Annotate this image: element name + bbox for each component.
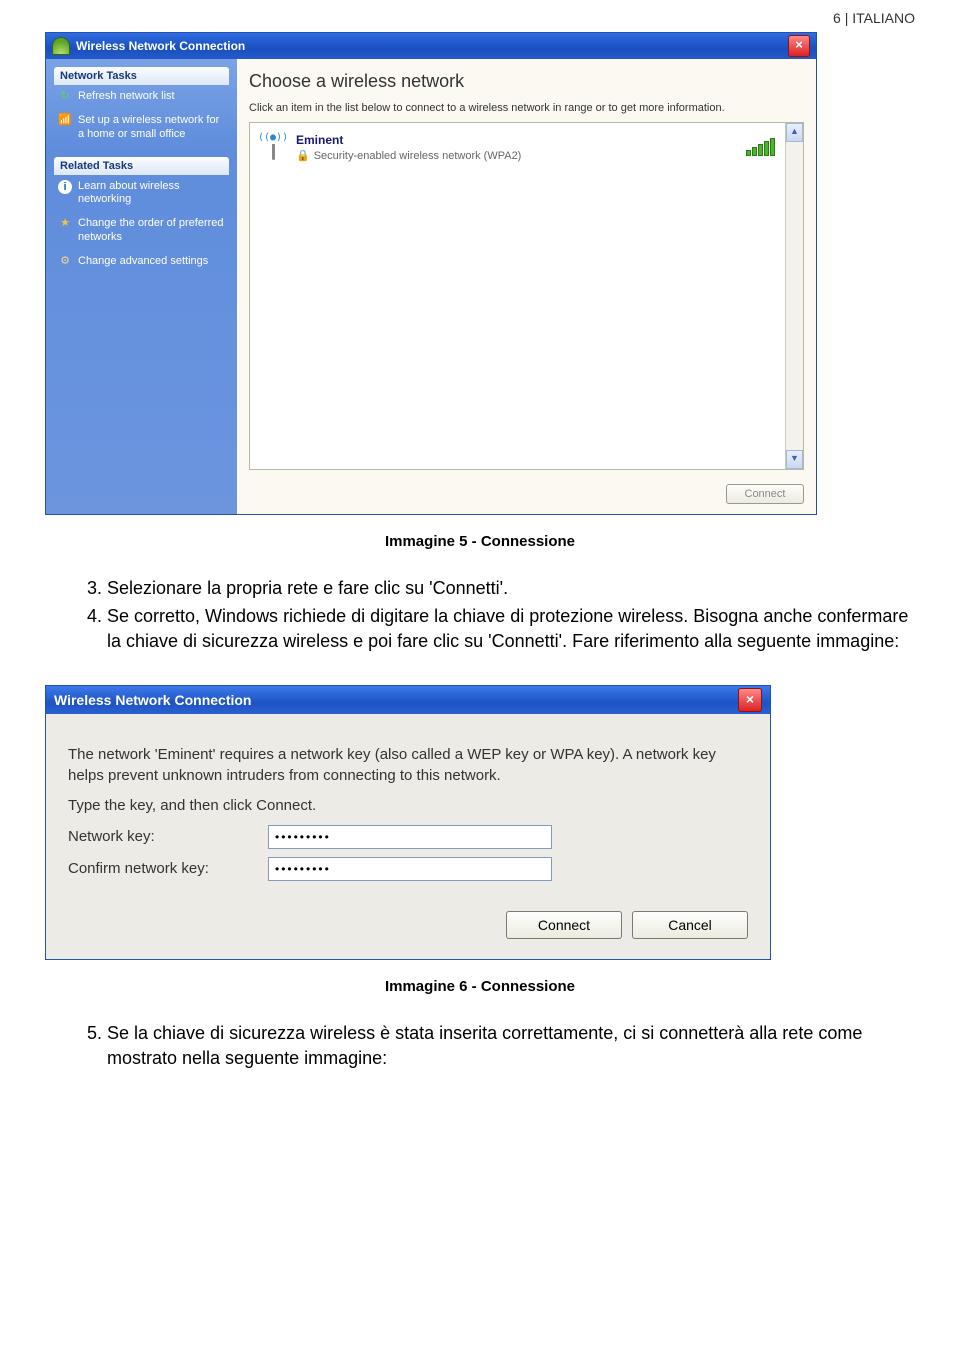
refresh-icon: ↻ — [58, 90, 72, 104]
network-antenna-icon — [260, 134, 288, 162]
star-icon: ★ — [58, 217, 72, 231]
dialog-text-1: The network 'Eminent' requires a network… — [68, 744, 748, 788]
network-list-inner: Eminent 🔒 Security-enabled wireless netw… — [250, 123, 785, 469]
row-network-key: Network key: — [68, 825, 748, 849]
sidebar-heading-network-tasks: Network Tasks — [54, 67, 229, 85]
panel-description: Click an item in the list below to conne… — [249, 102, 804, 114]
connect-button[interactable]: Connect — [726, 484, 804, 504]
info-icon: i — [58, 180, 72, 194]
gear-icon: ⚙ — [58, 255, 72, 269]
network-text: Eminent 🔒 Security-enabled wireless netw… — [296, 133, 738, 162]
step-3: Selezionare la propria rete e fare clic … — [107, 576, 915, 602]
sidebar-item-learn[interactable]: i Learn about wireless networking — [54, 175, 229, 213]
dialog-buttons: Connect Cancel — [68, 911, 748, 939]
window-title: Wireless Network Connection — [76, 39, 245, 53]
dialog-text-2: Type the key, and then click Connect. — [68, 795, 748, 817]
screenshot-wireless-list: Wireless Network Connection × Network Ta… — [45, 32, 817, 515]
scroll-up-icon[interactable]: ▲ — [786, 123, 803, 142]
wifi-icon — [52, 37, 70, 55]
scroll-down-icon[interactable]: ▼ — [786, 450, 803, 469]
sidebar-item-order[interactable]: ★ Change the order of preferred networks — [54, 212, 229, 250]
instruction-list: Selezionare la propria rete e fare clic … — [45, 576, 915, 655]
dialog-body: The network 'Eminent' requires a network… — [46, 714, 770, 959]
network-item[interactable]: Eminent 🔒 Security-enabled wireless netw… — [258, 129, 777, 166]
connect-row: Connect — [726, 484, 804, 504]
network-list: Eminent 🔒 Security-enabled wireless netw… — [249, 122, 804, 470]
network-subtext: 🔒 Security-enabled wireless network (WPA… — [296, 149, 738, 162]
sidebar-item-setup[interactable]: 📶 Set up a wireless network for a home o… — [54, 109, 229, 147]
signal-strength-icon — [746, 140, 775, 156]
step-4: Se corretto, Windows richiede di digitar… — [107, 604, 915, 655]
titlebar[interactable]: Wireless Network Connection × — [46, 33, 816, 59]
close-icon[interactable]: × — [788, 35, 810, 57]
sidebar-item-advanced[interactable]: ⚙ Change advanced settings — [54, 250, 229, 274]
input-confirm-key[interactable] — [268, 857, 552, 881]
label-confirm-key: Confirm network key: — [68, 860, 268, 877]
scroll-track[interactable] — [786, 142, 803, 450]
input-network-key[interactable] — [268, 825, 552, 849]
cancel-button[interactable]: Cancel — [632, 911, 748, 939]
page-header: 6 | ITALIANO — [45, 10, 915, 26]
antenna-icon: 📶 — [58, 114, 72, 128]
document-page: 6 | ITALIANO Wireless Network Connection… — [0, 0, 960, 1142]
caption-image-6: Immagine 6 - Connessione — [45, 978, 915, 995]
sidebar: Network Tasks ↻ Refresh network list 📶 S… — [46, 59, 237, 514]
screenshot-network-key-dialog: Wireless Network Connection × The networ… — [45, 685, 771, 960]
sidebar-heading-related-tasks: Related Tasks — [54, 157, 229, 175]
main-panel: Choose a wireless network Click an item … — [237, 59, 816, 514]
window-title: Wireless Network Connection — [54, 692, 251, 708]
scrollbar[interactable]: ▲ ▼ — [785, 123, 803, 469]
network-name: Eminent — [296, 133, 738, 147]
lock-icon: 🔒 — [296, 149, 310, 162]
caption-image-5: Immagine 5 - Connessione — [45, 533, 915, 550]
connect-button[interactable]: Connect — [506, 911, 622, 939]
titlebar[interactable]: Wireless Network Connection × — [46, 686, 770, 714]
panel-heading: Choose a wireless network — [249, 71, 804, 92]
instruction-list-2: Se la chiave di sicurezza wireless è sta… — [45, 1021, 915, 1072]
sidebar-item-refresh[interactable]: ↻ Refresh network list — [54, 85, 229, 109]
step-5: Se la chiave di sicurezza wireless è sta… — [107, 1021, 915, 1072]
close-icon[interactable]: × — [738, 688, 762, 712]
label-network-key: Network key: — [68, 828, 268, 845]
row-confirm-key: Confirm network key: — [68, 857, 748, 881]
window-body: Network Tasks ↻ Refresh network list 📶 S… — [46, 59, 816, 514]
